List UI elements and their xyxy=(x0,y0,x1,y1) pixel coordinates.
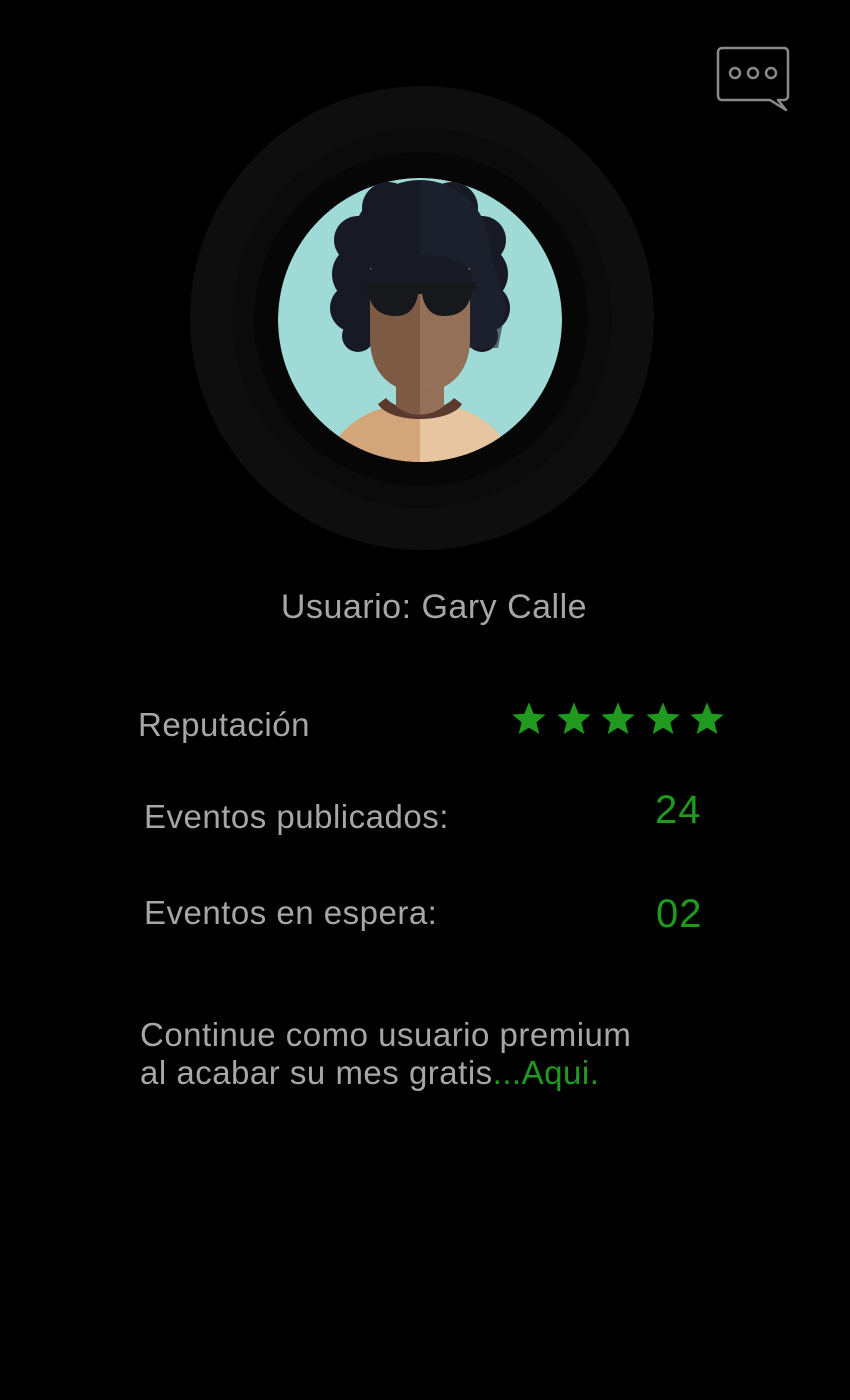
reputation-label: Reputación xyxy=(138,706,310,743)
premium-line-2: al acabar su mes gratis xyxy=(140,1054,493,1091)
reputation-stars xyxy=(510,700,726,744)
avatar-frame xyxy=(190,86,654,550)
user-avatar-icon xyxy=(278,178,562,462)
star-icon xyxy=(688,700,726,738)
premium-message: Continue como usuario premium al acabar … xyxy=(140,1016,780,1092)
waiting-events-label: Eventos en espera: xyxy=(144,894,438,931)
username-label: Usuario: Gary Calle xyxy=(280,588,588,626)
star-icon xyxy=(599,700,637,738)
star-icon xyxy=(555,700,593,738)
chat-button[interactable] xyxy=(716,46,792,112)
published-events-value: 24 xyxy=(655,788,702,832)
premium-link[interactable]: ...Aqui. xyxy=(493,1054,600,1091)
premium-line-1: Continue como usuario premium xyxy=(140,1016,632,1053)
published-events-label: Eventos publicados: xyxy=(144,798,449,835)
chat-bubble-icon xyxy=(716,46,790,112)
star-icon xyxy=(510,700,548,738)
star-icon xyxy=(644,700,682,738)
user-avatar[interactable] xyxy=(278,178,562,462)
waiting-events-value: 02 xyxy=(656,892,703,936)
